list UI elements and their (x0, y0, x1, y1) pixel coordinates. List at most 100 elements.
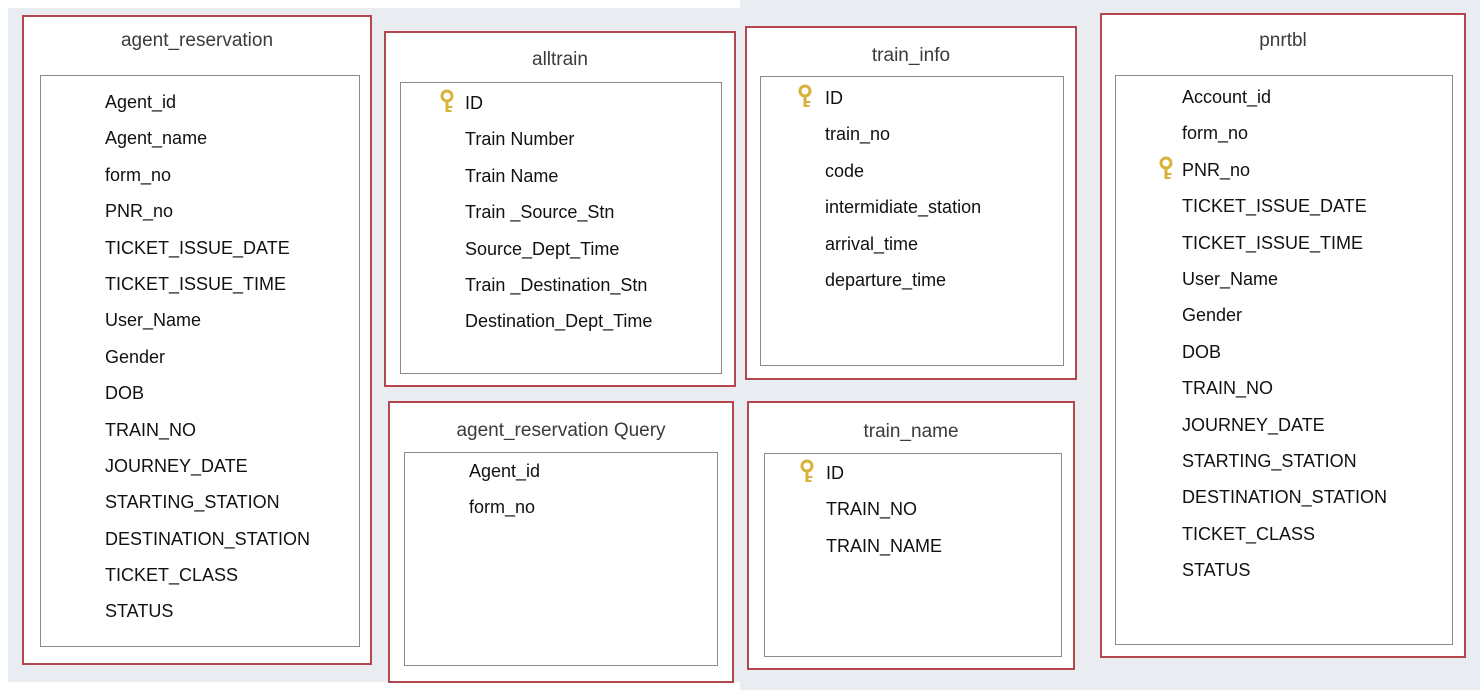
field-label: TRAIN_NO (105, 419, 197, 440)
field-ticket-issue-date[interactable]: TICKET_ISSUE_DATE (1116, 188, 1452, 224)
field-label: Agent_id (469, 461, 541, 481)
field-ticket-issue-date[interactable]: TICKET_ISSUE_DATE (41, 230, 359, 266)
field-list[interactable]: ID Train Number Train Name Train _Source… (400, 82, 722, 374)
field-train-name[interactable]: Train Name (401, 158, 721, 194)
key-icon (799, 455, 815, 491)
field-agent-id[interactable]: Agent_id (41, 84, 359, 120)
field-destination-station[interactable]: DESTINATION_STATION (1116, 479, 1452, 515)
field-label: ID (465, 93, 483, 113)
field-label: TICKET_CLASS (1182, 523, 1316, 544)
field-dob[interactable]: DOB (1116, 334, 1452, 370)
field-train-destination-stn[interactable]: Train _Destination_Stn (401, 267, 721, 303)
field-label: code (825, 160, 865, 181)
field-label: form_no (1182, 123, 1249, 144)
field-arrival-time[interactable]: arrival_time (761, 226, 1063, 262)
field-form-no[interactable]: form_no (1116, 115, 1452, 151)
field-label: train_no (825, 124, 891, 145)
field-label: TICKET_CLASS (105, 565, 239, 586)
field-label: TICKET_ISSUE_TIME (105, 273, 287, 294)
key-icon (1158, 152, 1174, 188)
field-train-number[interactable]: Train Number (401, 121, 721, 157)
field-user-name[interactable]: User_Name (41, 302, 359, 338)
table-train-name[interactable]: train_name ID TRAIN_NO TRAIN_NAME (747, 401, 1075, 670)
field-code[interactable]: code (761, 153, 1063, 189)
field-label: arrival_time (825, 233, 919, 254)
table-agent-reservation-query[interactable]: agent_reservation Query Agent_id form_no (388, 401, 734, 683)
key-icon (439, 85, 455, 121)
field-train-no[interactable]: TRAIN_NO (41, 412, 359, 448)
field-train-source-stn[interactable]: Train _Source_Stn (401, 194, 721, 230)
table-title: train_info (871, 45, 951, 66)
field-train-no[interactable]: TRAIN_NO (1116, 370, 1452, 406)
field-label: PNR_no (105, 201, 174, 222)
field-list[interactable]: ID train_no code intermidiate_station ar… (760, 76, 1064, 366)
field-dob[interactable]: DOB (41, 375, 359, 411)
field-account-id[interactable]: Account_id (1116, 79, 1452, 115)
table-pnrtbl[interactable]: pnrtbl Account_id form_no PNR_no TICKET_… (1100, 13, 1466, 658)
table-alltrain[interactable]: alltrain ID Train Number Train Name Trai… (384, 31, 736, 387)
field-source-dept-time[interactable]: Source_Dept_Time (401, 231, 721, 267)
field-journey-date[interactable]: JOURNEY_DATE (41, 448, 359, 484)
field-list[interactable]: Agent_id Agent_name form_no PNR_no TICKE… (40, 75, 360, 647)
field-label: Gender (105, 346, 166, 367)
field-label: Train _Destination_Stn (465, 274, 648, 295)
field-label: STATUS (105, 601, 174, 622)
field-destination-station[interactable]: DESTINATION_STATION (41, 521, 359, 557)
field-starting-station[interactable]: STARTING_STATION (41, 484, 359, 520)
field-label: STATUS (1182, 560, 1251, 581)
field-label: Agent_id (105, 92, 177, 112)
field-status[interactable]: STATUS (41, 593, 359, 629)
field-label: TICKET_ISSUE_DATE (1182, 196, 1367, 217)
field-intermidiate-station[interactable]: intermidiate_station (761, 189, 1063, 225)
field-list[interactable]: Account_id form_no PNR_no TICKET_ISSUE_D… (1115, 75, 1453, 645)
field-label: TICKET_ISSUE_TIME (1182, 232, 1364, 253)
table-train-info[interactable]: train_info ID train_no code intermidiate… (745, 26, 1077, 380)
field-journey-date[interactable]: JOURNEY_DATE (1116, 407, 1452, 443)
field-label: TRAIN_NO (826, 499, 918, 520)
field-label: TRAIN_NAME (826, 535, 943, 556)
field-id[interactable]: ID (761, 80, 1063, 116)
field-label: DESTINATION_STATION (1182, 487, 1388, 508)
table-title: agent_reservation Query (456, 420, 666, 441)
field-label: PNR_no (1182, 159, 1251, 180)
field-destination-dept-time[interactable]: Destination_Dept_Time (401, 303, 721, 339)
table-title: agent_reservation (120, 30, 274, 51)
field-pnr-no[interactable]: PNR_no (1116, 152, 1452, 188)
field-label: DESTINATION_STATION (105, 528, 311, 549)
field-ticket-class[interactable]: TICKET_CLASS (1116, 516, 1452, 552)
field-label: JOURNEY_DATE (1182, 414, 1325, 435)
field-pnr-no[interactable]: PNR_no (41, 193, 359, 229)
field-id[interactable]: ID (401, 85, 721, 121)
field-form-no[interactable]: form_no (41, 157, 359, 193)
field-label: form_no (105, 164, 172, 185)
field-label: JOURNEY_DATE (105, 455, 248, 476)
field-label: STARTING_STATION (1182, 450, 1357, 471)
field-ticket-issue-time[interactable]: TICKET_ISSUE_TIME (1116, 225, 1452, 261)
field-label: form_no (469, 497, 536, 518)
field-agent-id[interactable]: Agent_id (405, 453, 717, 489)
field-gender[interactable]: Gender (41, 339, 359, 375)
field-departure-time[interactable]: departure_time (761, 262, 1063, 298)
field-starting-station[interactable]: STARTING_STATION (1116, 443, 1452, 479)
field-agent-name[interactable]: Agent_name (41, 120, 359, 156)
field-user-name[interactable]: User_Name (1116, 261, 1452, 297)
field-list[interactable]: ID TRAIN_NO TRAIN_NAME (764, 453, 1062, 657)
field-label: Train Name (465, 165, 559, 186)
field-train-no[interactable]: train_no (761, 116, 1063, 152)
field-label: Destination_Dept_Time (465, 311, 653, 332)
field-ticket-issue-time[interactable]: TICKET_ISSUE_TIME (41, 266, 359, 302)
table-agent-reservation[interactable]: agent_reservation Agent_id Agent_name fo… (22, 15, 372, 665)
field-train-no[interactable]: TRAIN_NO (765, 491, 1061, 527)
field-status[interactable]: STATUS (1116, 552, 1452, 588)
field-gender[interactable]: Gender (1116, 297, 1452, 333)
table-title: train_name (863, 421, 959, 442)
table-title: alltrain (532, 49, 588, 70)
table-title: pnrtbl (1259, 30, 1307, 51)
field-ticket-class[interactable]: TICKET_CLASS (41, 557, 359, 593)
field-list[interactable]: Agent_id form_no (404, 452, 718, 666)
key-icon (797, 80, 813, 116)
field-form-no[interactable]: form_no (405, 489, 717, 525)
field-train-name[interactable]: TRAIN_NAME (765, 528, 1061, 564)
field-label: Agent_name (105, 128, 208, 149)
field-id[interactable]: ID (765, 455, 1061, 491)
